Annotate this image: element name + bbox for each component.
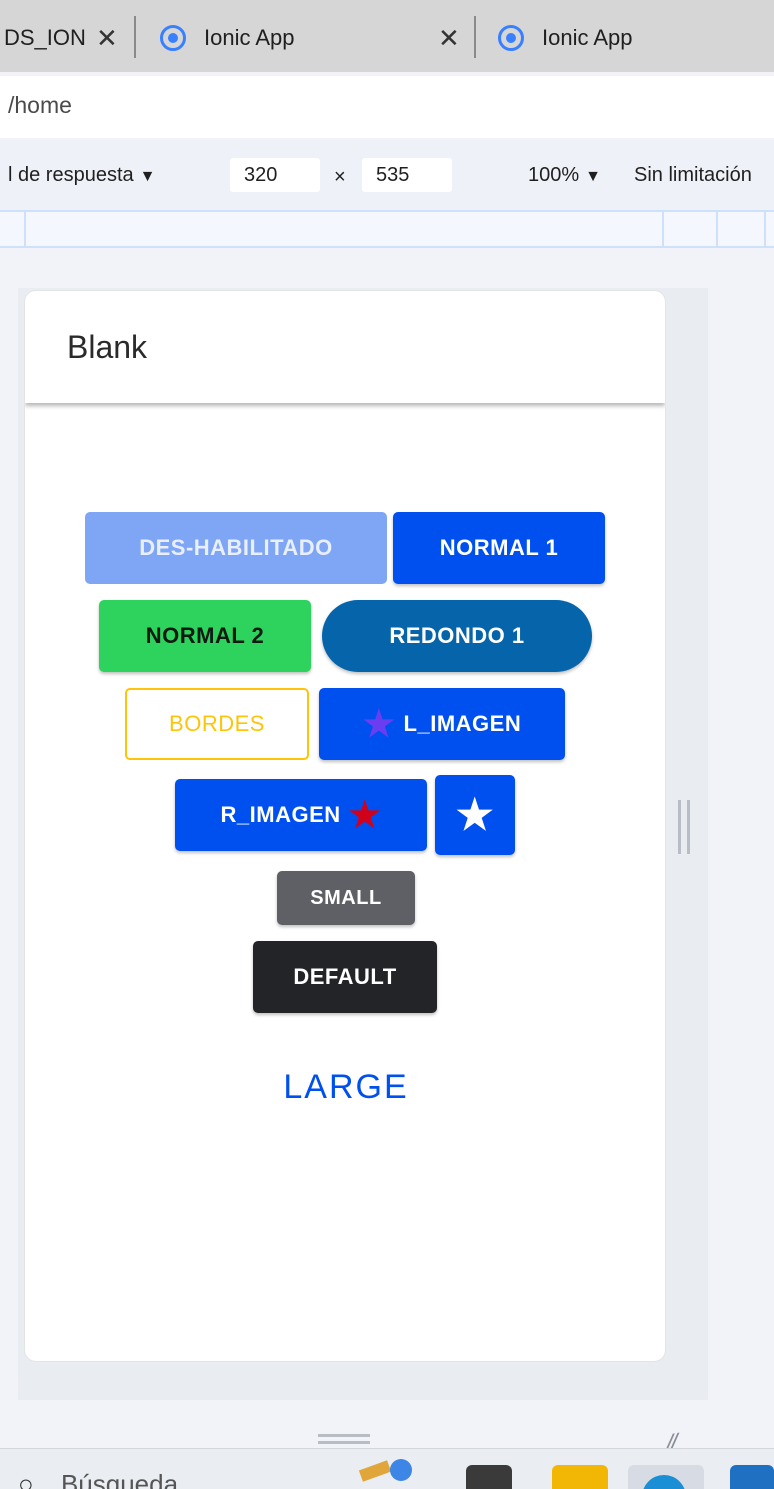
ionic-logo-icon <box>160 25 186 51</box>
button-label: L_IMAGEN <box>403 711 522 736</box>
star-icon: ★ <box>455 791 495 838</box>
tab-ionic-app-2[interactable]: Ionic App <box>498 6 633 70</box>
width-input[interactable]: 320 <box>230 158 320 192</box>
dimensions-label: l de respuesta <box>8 164 134 186</box>
star-icon: ★ <box>348 794 382 835</box>
emulated-device-viewport: Blank DES-HABILITADO NORMAL 1 NORMAL 2 R… <box>24 290 666 1362</box>
button-label: R_IMAGEN <box>220 802 341 827</box>
normal-2-button[interactable]: NORMAL 2 <box>99 600 311 672</box>
round-1-button[interactable]: REDONDO 1 <box>322 600 592 672</box>
caret-down-icon: ▼ <box>585 168 601 185</box>
tab-separator <box>474 16 476 58</box>
app-header: Blank <box>25 291 665 403</box>
edge-browser-icon[interactable] <box>628 1465 704 1489</box>
tab-ionic-app-1[interactable]: Ionic App ✕ <box>160 6 460 70</box>
task-view-icon[interactable] <box>466 1465 512 1489</box>
device-resize-handle-bottom[interactable] <box>318 1434 370 1444</box>
address-bar[interactable]: /home <box>0 76 774 138</box>
device-toolbar: l de respuesta ▼ 320 × 535 100% ▼ Sin limi… <box>0 140 774 210</box>
taskbar-search[interactable]: ○ Búsqueda <box>18 1469 178 1489</box>
disabled-button[interactable]: DES-HABILITADO <box>85 512 387 584</box>
left-image-button[interactable]: ★ L_IMAGEN <box>319 688 565 760</box>
caret-down-icon: ▼ <box>139 168 156 185</box>
tab-ds-ion[interactable]: DS_ION ✕ <box>4 6 118 70</box>
page-title: Blank <box>67 329 148 365</box>
tab-title: Ionic App <box>204 25 295 50</box>
tab-title: DS_ION <box>4 25 86 50</box>
right-image-button[interactable]: R_IMAGEN ★ <box>175 779 427 851</box>
ionic-logo-icon <box>498 25 524 51</box>
device-resize-handle-right[interactable] <box>678 800 690 854</box>
tab-separator <box>134 16 136 58</box>
outline-button[interactable]: BORDES <box>125 688 309 760</box>
url-text: /home <box>8 92 72 118</box>
star-icon-button[interactable]: ★ <box>435 775 515 855</box>
tab-title: Ionic App <box>542 25 633 50</box>
search-icon: ○ <box>18 1469 34 1489</box>
throttle-dropdown[interactable]: Sin limitación <box>634 164 752 187</box>
default-button[interactable]: DEFAULT <box>253 941 437 1013</box>
search-label: Búsqueda <box>60 1469 179 1489</box>
os-taskbar: ○ Búsqueda <box>0 1448 774 1489</box>
normal-1-button[interactable]: NORMAL 1 <box>393 512 605 584</box>
file-explorer-icon[interactable] <box>552 1465 608 1489</box>
zoom-label: 100% <box>528 164 580 186</box>
large-button[interactable]: LARGE <box>235 1051 457 1123</box>
store-icon[interactable] <box>730 1465 774 1489</box>
media-query-ruler <box>0 210 774 248</box>
tab-close-icon[interactable]: ✕ <box>96 23 118 54</box>
times-icon: × <box>334 166 346 188</box>
small-button[interactable]: SMALL <box>277 871 415 925</box>
widgets-icon[interactable] <box>358 1459 420 1489</box>
tab-close-icon[interactable]: ✕ <box>438 23 460 54</box>
tab-strip: DS_ION ✕ Ionic App ✕ Ionic App <box>0 0 774 72</box>
star-icon: ★ <box>362 703 396 744</box>
height-input[interactable]: 535 <box>362 158 452 192</box>
zoom-dropdown[interactable]: 100% ▼ <box>528 164 601 187</box>
dimensions-dropdown[interactable]: l de respuesta ▼ <box>8 164 155 187</box>
